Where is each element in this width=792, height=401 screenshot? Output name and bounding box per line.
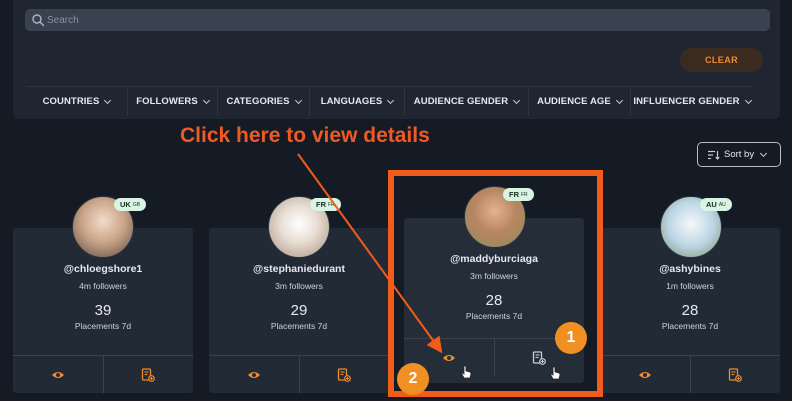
search-bar[interactable] [25, 9, 770, 31]
country-flag-code: FR [521, 191, 528, 198]
sort-label: Sort by [724, 149, 755, 160]
card-followers: 3m followers [470, 271, 518, 281]
sort-button[interactable]: Sort by [697, 142, 781, 167]
country-badge: FR FR [503, 188, 534, 201]
chevron-down-icon [202, 96, 210, 104]
card-placements-count: 28 [485, 292, 503, 309]
filter-label: AUDIENCE AGE [537, 96, 611, 107]
filter-label: COUNTRIES [42, 96, 100, 107]
add-document-icon [533, 350, 547, 365]
card-followers: 1m followers [666, 281, 714, 291]
card-placements-label: Placements 7d [270, 321, 328, 331]
eye-icon [51, 371, 64, 378]
country-badge: FR FR [310, 198, 341, 211]
country-code: FR [316, 200, 326, 209]
country-code: UK [120, 200, 131, 209]
filter-languages[interactable]: LANGUAGES [310, 87, 405, 116]
view-details-button[interactable] [13, 356, 103, 393]
hand-cursor-icon [460, 365, 472, 379]
card-placements-count: 28 [681, 302, 699, 319]
card-placements-count: 29 [290, 302, 308, 319]
card-handle[interactable]: @ashybines [600, 263, 780, 275]
card-placements-count: 39 [94, 302, 112, 319]
card-actions [209, 355, 389, 393]
step-marker-1: 1 [555, 322, 587, 354]
card-placements-label: Placements 7d [74, 321, 132, 331]
sort-icon [708, 150, 720, 160]
chevron-down-icon [104, 96, 112, 104]
filter-audience-age[interactable]: AUDIENCE AGE [529, 87, 631, 116]
search-icon [32, 14, 45, 27]
country-badge: UK GB [114, 198, 147, 211]
filter-label: AUDIENCE GENDER [413, 96, 509, 107]
filter-bar: COUNTRIES FOLLOWERS CATEGORIES LANGUAGES… [26, 86, 753, 116]
country-code: AU [706, 200, 717, 209]
chevron-down-icon [760, 149, 768, 157]
chevron-down-icon [744, 96, 752, 104]
search-input[interactable] [47, 9, 747, 31]
filter-audience-gender[interactable]: AUDIENCE GENDER [405, 87, 529, 116]
card-handle[interactable]: @chloegshore1 [13, 263, 193, 275]
filter-label: FOLLOWERS [136, 96, 198, 107]
eye-icon [247, 371, 260, 378]
filter-label: LANGUAGES [320, 96, 383, 107]
view-details-button[interactable] [209, 356, 299, 393]
card-placements-label: Placements 7d [465, 311, 523, 321]
card-followers: 4m followers [79, 281, 127, 291]
add-document-icon [729, 367, 743, 382]
card-actions [600, 355, 780, 393]
hand-cursor-icon [549, 366, 561, 380]
country-flag-code: AU [718, 201, 726, 208]
chevron-down-icon [513, 96, 521, 104]
eye-icon [442, 354, 455, 361]
add-to-list-button[interactable] [689, 356, 781, 393]
filter-label: INFLUENCER GENDER [633, 96, 740, 107]
add-to-list-button[interactable] [298, 356, 390, 393]
card-handle[interactable]: @maddyburciaga [404, 253, 584, 265]
country-code: FR [509, 190, 519, 199]
filter-influencer-gender[interactable]: INFLUENCER GENDER [631, 87, 753, 116]
country-flag-code: GB [132, 201, 141, 208]
chevron-down-icon [294, 96, 302, 104]
country-badge: AU AU [700, 198, 732, 211]
country-flag-code: FR [328, 201, 335, 208]
filter-panel: CLEAR COUNTRIES FOLLOWERS CATEGORIES LAN… [13, 0, 780, 119]
card-followers: 3m followers [275, 281, 323, 291]
filter-label: CATEGORIES [226, 96, 290, 107]
eye-icon [638, 371, 651, 378]
card-actions [13, 355, 193, 393]
card-placements-label: Placements 7d [661, 321, 719, 331]
filter-categories[interactable]: CATEGORIES [218, 87, 310, 116]
card-handle[interactable]: @stephaniedurant [209, 263, 389, 275]
chevron-down-icon [387, 96, 395, 104]
clear-button[interactable]: CLEAR [680, 48, 763, 72]
add-to-list-button[interactable] [102, 356, 194, 393]
add-document-icon [142, 367, 156, 382]
view-details-button[interactable] [600, 356, 690, 393]
add-document-icon [338, 367, 352, 382]
step-marker-2: 2 [397, 363, 429, 395]
instruction-callout: Click here to view details [180, 124, 430, 147]
filter-countries[interactable]: COUNTRIES [26, 87, 128, 116]
chevron-down-icon [615, 96, 623, 104]
filter-followers[interactable]: FOLLOWERS [128, 87, 218, 116]
